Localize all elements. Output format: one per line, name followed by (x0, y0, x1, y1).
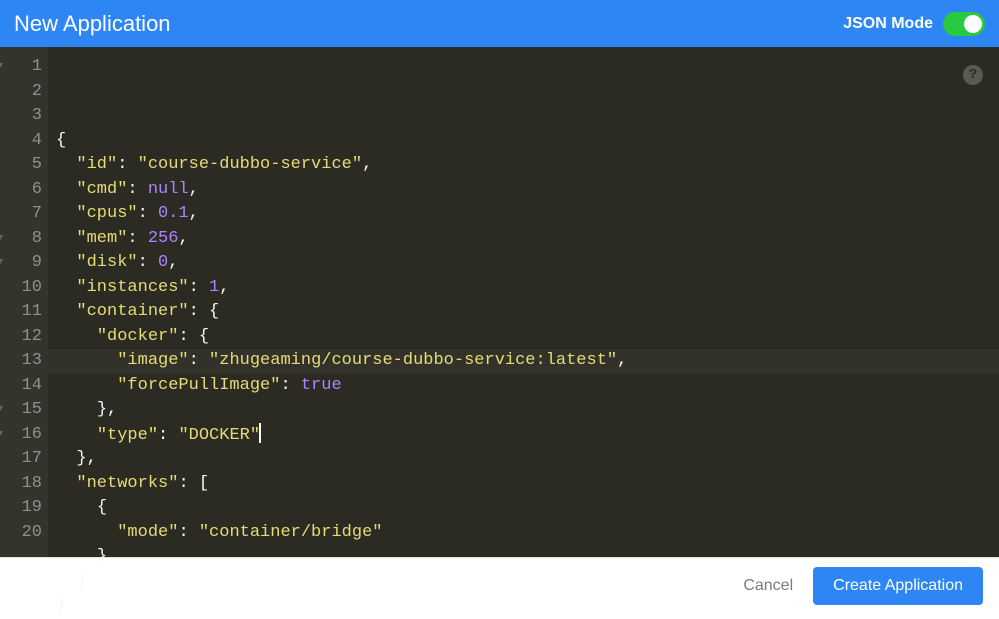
fold-marker-icon[interactable]: ▾ (0, 398, 3, 423)
json-mode-label: JSON Mode (843, 15, 933, 33)
line-number: 5 (0, 153, 42, 178)
line-number: 13 (0, 349, 42, 374)
code-line[interactable]: "networks": [ (56, 472, 999, 497)
line-number: 11 (0, 300, 42, 325)
code-line[interactable]: "id": "course-dubbo-service", (56, 153, 999, 178)
code-line[interactable]: "container": { (56, 300, 999, 325)
line-number: 17 (0, 447, 42, 472)
line-number: 2 (0, 80, 42, 105)
line-number: 15▾ (0, 398, 42, 423)
modal-header: New Application JSON Mode (0, 0, 999, 47)
code-line[interactable]: "image": "zhugeaming/course-dubbo-servic… (56, 349, 999, 374)
code-line[interactable]: "mode": "container/bridge" (56, 521, 999, 546)
line-number: 8▾ (0, 227, 42, 252)
line-number: 4 (0, 129, 42, 154)
line-number: 7 (0, 202, 42, 227)
fold-marker-icon[interactable]: ▾ (0, 227, 3, 252)
line-number: 19 (0, 496, 42, 521)
code-line[interactable]: "instances": 1, (56, 276, 999, 301)
line-number: 12 (0, 325, 42, 350)
line-number: 16▾ (0, 423, 42, 448)
code-line[interactable]: }, (56, 398, 999, 423)
line-number: 3 (0, 104, 42, 129)
line-number-gutter: 1▾2345678▾9▾101112131415▾16▾17181920 (0, 47, 48, 557)
code-line[interactable]: }, (56, 447, 999, 472)
line-number: 18 (0, 472, 42, 497)
code-line[interactable]: { (56, 496, 999, 521)
code-line[interactable]: "forcePullImage": true (56, 374, 999, 399)
text-cursor-icon (259, 423, 261, 443)
line-number: 14 (0, 374, 42, 399)
line-number: 1▾ (0, 55, 42, 80)
json-mode-toggle-group: JSON Mode (843, 12, 985, 36)
code-line[interactable]: "cmd": null, (56, 178, 999, 203)
code-line[interactable]: { (56, 129, 999, 154)
fold-marker-icon[interactable]: ▾ (0, 251, 3, 276)
code-area[interactable]: { "id": "course-dubbo-service", "cmd": n… (48, 47, 999, 557)
code-line[interactable]: "type": "DOCKER" (56, 423, 999, 448)
fold-marker-icon[interactable]: ▾ (0, 423, 3, 448)
json-editor[interactable]: 1▾2345678▾9▾101112131415▾16▾17181920 { "… (0, 47, 999, 557)
help-icon[interactable]: ? (963, 65, 983, 85)
json-mode-toggle[interactable] (943, 12, 985, 36)
code-line[interactable]: "docker": { (56, 325, 999, 350)
code-line[interactable]: "cpus": 0.1, (56, 202, 999, 227)
modal-title: New Application (14, 11, 171, 37)
code-line[interactable]: "disk": 0, (56, 251, 999, 276)
line-number: 6 (0, 178, 42, 203)
line-number: 9▾ (0, 251, 42, 276)
fold-marker-icon[interactable]: ▾ (0, 55, 3, 80)
code-line[interactable]: } (56, 594, 999, 619)
code-line[interactable]: "mem": 256, (56, 227, 999, 252)
code-line[interactable]: } (56, 545, 999, 570)
line-number: 10 (0, 276, 42, 301)
line-number: 20 (0, 521, 42, 546)
toggle-thumb-icon (964, 15, 982, 33)
code-line[interactable]: ] (56, 570, 999, 595)
